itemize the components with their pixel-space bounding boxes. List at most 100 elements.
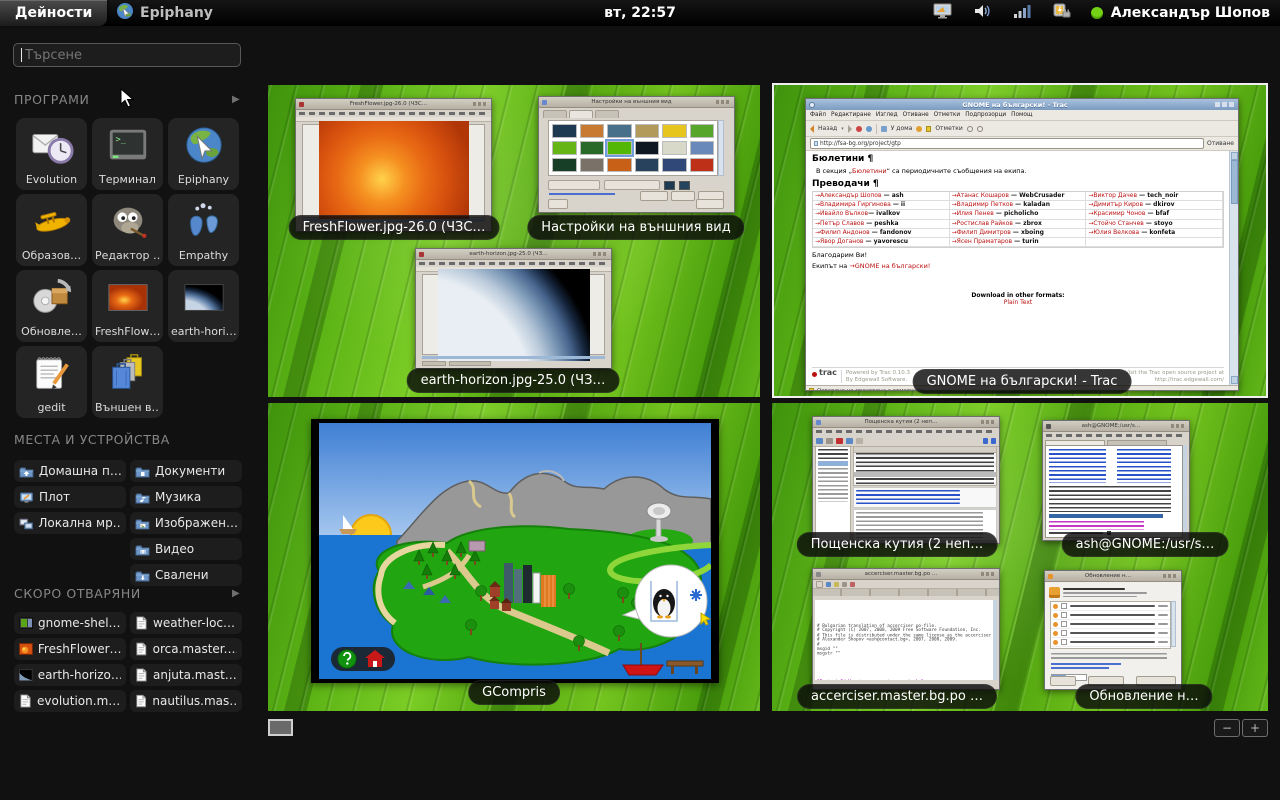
url-input[interactable]: http://fsa-bg.org/project/gtp [810,138,1204,149]
workspace-4[interactable]: Пощенска кутия (2 неп… [772,403,1268,711]
window-gedit-po[interactable]: accerciser.master.bg.po … # Bulgarian tr… [812,568,1000,690]
app-tile-earth-image[interactable]: earth-hori… [168,270,239,342]
recent-item[interactable]: nautilus.mas… [130,690,242,712]
history-icon[interactable] [916,126,922,132]
wallpaper-thumbnail[interactable] [635,124,660,138]
app-tile-epiphany[interactable]: Epiphany [168,118,239,190]
window-gimp-earth[interactable]: earth-horizon.jpg-25.0 (ЧЗ… [415,248,612,369]
back-button[interactable]: Назад [818,125,837,132]
scrollbar[interactable] [1171,601,1176,647]
app-tile-software-update[interactable]: Обновле… [16,270,87,342]
user-menu[interactable]: Александър Шопов [1091,5,1270,21]
wallpaper-thumbnail[interactable] [690,141,715,155]
update-row[interactable] [1051,620,1170,629]
battery-icon[interactable] [1051,3,1071,23]
place-documents[interactable]: Документи [130,460,242,482]
back-dropdown-icon[interactable]: ▾ [841,126,844,132]
info-link[interactable] [1051,663,1121,665]
display-icon[interactable] [933,3,953,24]
back-icon[interactable] [810,125,814,133]
recent-item[interactable]: gnome-shel… [14,612,126,634]
place-local-network[interactable]: Локална мр… [14,512,126,534]
scrollbar[interactable] [1183,445,1187,538]
scrollbar[interactable] [1229,151,1238,385]
wallpaper-thumbnail[interactable] [580,158,605,172]
recent-item[interactable]: evolution.m… [14,690,126,712]
dropdown[interactable] [604,180,660,190]
get-more-link[interactable] [549,193,615,195]
activities-button[interactable]: Дейности [0,0,107,26]
window-evolution[interactable]: Пощенска кутия (2 неп… [812,416,1000,544]
tab-strip[interactable] [813,589,999,596]
wallpaper-thumbnail[interactable] [607,124,632,138]
scrollbar[interactable] [993,600,997,680]
remove-workspace-button[interactable]: − [1214,719,1240,737]
wallpaper-thumbnail[interactable] [662,158,687,172]
app-tile-external-tools[interactable]: Външен в… [92,346,163,418]
recent-item[interactable]: anjuta.mast… [130,664,242,686]
search-field[interactable] [13,43,241,67]
add-workspace-button[interactable]: + [1242,719,1268,737]
app-tile-gedit[interactable]: gedit [16,346,87,418]
bookmarks-button[interactable]: Отметки [935,125,962,132]
wallpaper-thumbnail-selected[interactable] [607,141,632,155]
volume-icon[interactable] [973,3,993,23]
reload-icon[interactable] [866,126,872,132]
window-terminal[interactable]: ash@GNOME:/usr/s… [1042,420,1190,541]
recent-expand-icon[interactable]: ▶ [232,588,240,599]
stop-icon[interactable] [856,126,862,132]
menu-bar[interactable]: ФайлРедактиранеИзгледОтиванеОтметкиПодпр… [806,110,1238,121]
color-swatch[interactable] [664,181,675,190]
scrollbar[interactable] [718,120,724,176]
window-gimp-freshflower[interactable]: FreshFlower.jpg-26.0 (ЧЗС… [295,98,492,232]
place-home[interactable]: Домашна п… [14,460,126,482]
place-downloads[interactable]: Свалени [130,564,242,586]
plain-text-link[interactable]: Plain Text [812,299,1224,306]
place-desktop[interactable]: Плот [14,486,126,508]
recent-item[interactable]: FreshFlower… [14,638,126,660]
app-tile-evolution[interactable]: Evolution [16,118,87,190]
wallpaper-thumbnail[interactable] [607,158,632,172]
wallpaper-thumbnail[interactable] [635,158,660,172]
info-link[interactable] [1051,667,1109,669]
wallpaper-thumbnail[interactable] [635,141,660,155]
wallpaper-thumbnail[interactable] [552,141,577,155]
app-tile-terminal[interactable]: >_ Терминал [92,118,163,190]
team-link[interactable]: →GNOME на български! [849,262,930,270]
update-row[interactable] [1051,602,1170,611]
wallpaper-thumbnail[interactable] [662,141,687,155]
window-buttons[interactable] [1215,102,1235,107]
update-row[interactable] [1051,629,1170,638]
recent-item[interactable]: orca.master.… [130,638,242,660]
place-videos[interactable]: Видео [130,538,242,560]
place-music[interactable]: Музика [130,486,242,508]
home-button[interactable]: У дома [891,125,913,132]
programs-expand-icon[interactable]: ▶ [232,94,240,105]
wallpaper-thumbnail[interactable] [662,124,687,138]
place-pictures[interactable]: Изображен… [130,512,242,534]
zoom-in-icon[interactable] [977,126,983,132]
color-swatch[interactable] [679,181,690,190]
wallpaper-thumbnail[interactable] [580,141,605,155]
bookmarks-icon[interactable] [926,126,931,132]
help-button[interactable] [1050,676,1076,686]
home-icon[interactable] [881,126,887,132]
network-signal-icon[interactable] [1013,4,1031,23]
app-tile-gimp[interactable]: Редактор … [92,194,163,266]
zoom-out-icon[interactable] [967,126,973,132]
bulletins-link[interactable]: Бюлетини [852,167,887,175]
wallpaper-thumbnail[interactable] [690,158,715,172]
wallpaper-thumbnail[interactable] [580,124,605,138]
update-row[interactable] [1051,638,1170,647]
close-button[interactable] [696,199,724,209]
clock[interactable]: вт, 22:57 [604,0,676,26]
window-software-update[interactable]: Обновление н… [1044,570,1182,690]
recent-item[interactable]: earth-horizo… [14,664,126,686]
workspace-3[interactable]: GCompris [268,403,760,711]
app-tile-empathy[interactable]: Empathy [168,194,239,266]
dropdown[interactable] [548,180,600,190]
workspace-2-active[interactable]: GNOME на български! - Trac ФайлРедактира… [772,83,1268,398]
workspace-indicator[interactable] [268,719,293,736]
forward-icon[interactable] [848,125,852,133]
app-tile-gcompris[interactable]: Образов… [16,194,87,266]
